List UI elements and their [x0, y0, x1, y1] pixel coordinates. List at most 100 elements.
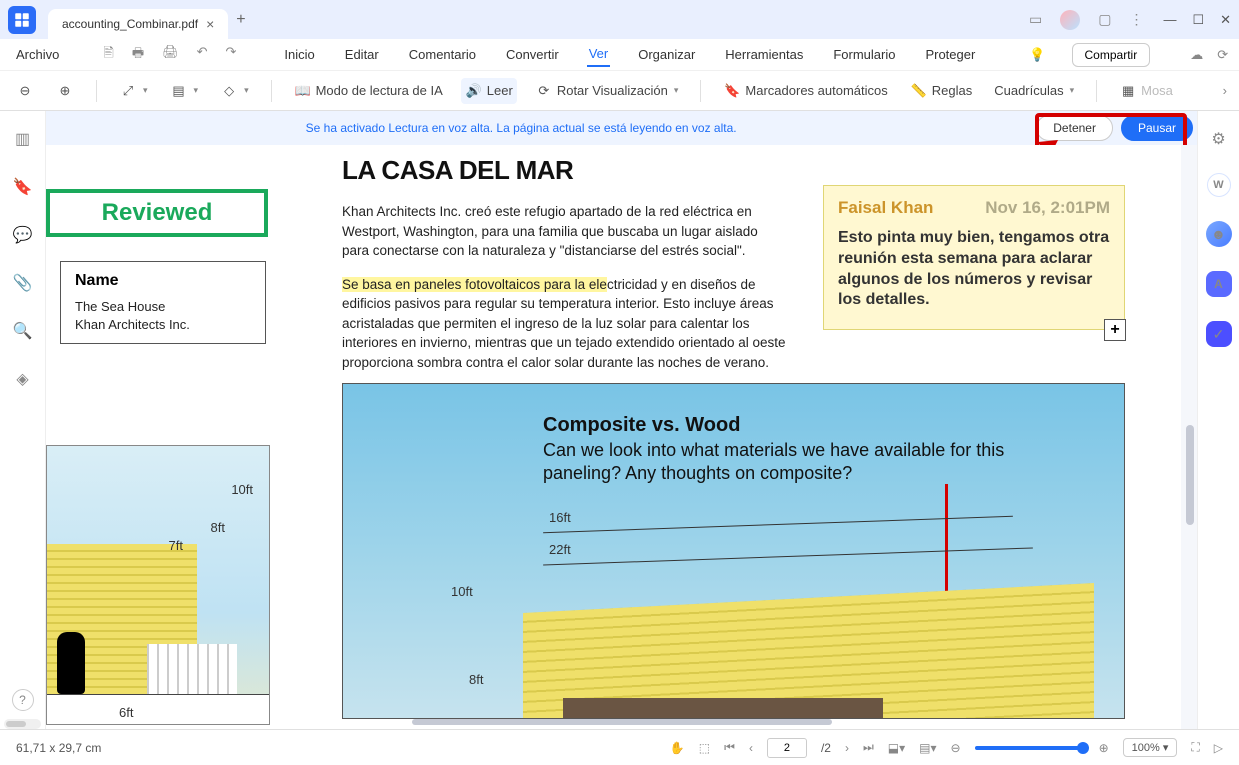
properties-icon[interactable]: ⚙ — [1211, 129, 1225, 149]
dim-label-6ft: 6ft — [119, 705, 133, 720]
bookmark-icon[interactable]: 🔖 — [13, 177, 33, 197]
menu-herramientas[interactable]: Herramientas — [723, 43, 805, 66]
kebab-menu-icon[interactable]: ⋮ — [1129, 11, 1143, 28]
notification-message: Se ha activado Lectura en voz alta. La p… — [14, 121, 1028, 135]
close-window-icon[interactable]: ✕ — [1220, 12, 1231, 28]
add-tab-button[interactable]: + — [236, 11, 245, 29]
ai-reading-mode-button[interactable]: 📖Modo de lectura de IA — [290, 78, 447, 104]
horizontal-scrollbar[interactable] — [382, 717, 862, 727]
tab-title: accounting_Combinar.pdf — [62, 17, 198, 31]
layers-icon[interactable]: ◈ — [16, 369, 28, 389]
dim-label-16ft: 16ft — [549, 510, 571, 525]
menu-editar[interactable]: Editar — [343, 43, 381, 66]
menu-file[interactable]: Archivo — [14, 43, 61, 66]
help-icon[interactable]: ? — [12, 689, 34, 711]
rotate-view-button[interactable]: ⟳Rotar Visualización▾ — [531, 78, 683, 104]
read-aloud-button[interactable]: 🔊Leer — [461, 78, 517, 104]
grids-label: Cuadrículas — [994, 83, 1063, 98]
toolbar-overflow-icon[interactable]: › — [1223, 83, 1227, 98]
last-page-icon[interactable]: ⏭ — [863, 740, 874, 755]
close-tab-icon[interactable]: × — [206, 16, 214, 32]
zoom-in-sb-icon[interactable]: ⊕ — [1099, 741, 1109, 755]
menu-proteger[interactable]: Proteger — [923, 43, 977, 66]
dim-label-8ft-m: 8ft — [469, 672, 483, 687]
mosaic-label: Mosa — [1141, 83, 1173, 98]
zoom-slider[interactable] — [975, 746, 1085, 750]
checklist-icon[interactable]: ✓ — [1206, 321, 1232, 347]
comments-icon[interactable]: 💬 — [13, 225, 33, 245]
pause-reading-button[interactable]: Pausar — [1121, 115, 1193, 141]
background-button[interactable]: ◇▾ — [216, 78, 253, 104]
presentation-icon[interactable]: ▷ — [1214, 741, 1223, 755]
first-page-icon[interactable]: ⏮ — [724, 740, 735, 755]
fullscreen-icon[interactable]: ⛶ — [1191, 740, 1199, 755]
grids-button[interactable]: Cuadrículas▾ — [990, 79, 1078, 102]
zoom-in-button[interactable]: ⊕ — [52, 78, 78, 104]
menu-ver[interactable]: Ver — [587, 42, 611, 67]
dim-label-10ft-m: 10ft — [451, 584, 473, 599]
comment-panel-icon[interactable]: ▢ — [1098, 11, 1111, 28]
document-tab[interactable]: accounting_Combinar.pdf × — [48, 9, 228, 39]
menu-convertir[interactable]: Convertir — [504, 43, 561, 66]
app-a-icon[interactable]: A — [1206, 271, 1232, 297]
ai-assistant-icon[interactable]: ☻ — [1206, 221, 1232, 247]
reviewed-label: Reviewed — [102, 199, 213, 227]
expand-comment-icon[interactable]: + — [1104, 319, 1126, 341]
user-avatar-icon[interactable] — [1060, 10, 1080, 30]
menubar: Archivo 🖹 🖶 🖨 ↶ ↷ Inicio Editar Comentar… — [0, 39, 1239, 71]
mosaic-button[interactable]: ▦Mosa — [1115, 78, 1177, 104]
right-sidebar: ⚙ W ☻ A ✓ — [1197, 111, 1239, 729]
pdf-page: LA CASA DEL MAR Khan Architects Inc. cre… — [46, 145, 1181, 729]
read-aloud-notification: Se ha activado Lectura en voz alta. La p… — [0, 111, 1239, 145]
sidebar-scrollbar[interactable] — [4, 719, 41, 729]
zoom-out-sb-icon[interactable]: ⊖ — [951, 741, 961, 755]
page-number-input[interactable] — [767, 738, 807, 758]
device-icon[interactable]: ▭ — [1029, 11, 1042, 28]
vertical-scrollbar[interactable] — [1185, 145, 1195, 709]
minimize-window-icon[interactable]: — — [1163, 12, 1176, 28]
word-export-icon[interactable]: W — [1207, 173, 1231, 197]
stop-reading-button[interactable]: Detener — [1036, 115, 1113, 141]
composite-diagram-main: Composite vs. Wood Can we look into what… — [342, 383, 1125, 719]
diagram-subtitle: Can we look into what materials we have … — [543, 439, 1013, 484]
save-icon[interactable]: 🖶 — [132, 44, 144, 66]
maximize-window-icon[interactable]: ☐ — [1192, 12, 1204, 28]
diagram-title: Composite vs. Wood — [543, 414, 1013, 437]
menu-comentario[interactable]: Comentario — [407, 43, 478, 66]
name-card-line1: The Sea House — [75, 298, 251, 316]
fit-page-button[interactable]: ⤢▾ — [115, 78, 152, 104]
thumbnails-icon[interactable]: ▥ — [15, 129, 30, 149]
open-icon[interactable]: 🖹 — [103, 44, 113, 66]
menu-organizar[interactable]: Organizar — [636, 43, 697, 66]
dim-label-8ft: 8ft — [211, 520, 225, 535]
single-page-icon[interactable]: ▤▾ — [919, 741, 936, 755]
sync-icon[interactable]: ⟳ — [1217, 47, 1228, 63]
left-sidebar: ▥ 🔖 💬 📎 🔍 ◈ ? — [0, 111, 46, 729]
fit-width-icon[interactable]: ⬓▾ — [888, 741, 905, 755]
menu-inicio[interactable]: Inicio — [282, 43, 316, 66]
page-dimensions: 61,71 x 29,7 cm — [16, 741, 101, 755]
comment-timestamp: Nov 16, 2:01PM — [985, 198, 1110, 218]
undo-icon[interactable]: ↶ — [197, 44, 208, 66]
sticky-note-comment[interactable]: Faisal Khan Nov 16, 2:01PM Esto pinta mu… — [823, 185, 1125, 330]
rulers-button[interactable]: 📏Reglas — [906, 78, 976, 104]
search-icon[interactable]: 🔍 — [13, 321, 33, 341]
redo-icon[interactable]: ↷ — [226, 44, 237, 66]
zoom-out-button[interactable]: ⊖ — [12, 78, 38, 104]
lightbulb-icon[interactable]: 💡 — [1029, 47, 1045, 63]
rotate-label: Rotar Visualización — [557, 83, 668, 98]
hand-tool-icon[interactable]: ✋ — [670, 741, 685, 755]
page-layout-button[interactable]: ▤▾ — [166, 78, 203, 104]
cloud-icon[interactable]: ☁ — [1190, 47, 1203, 63]
share-button[interactable]: Compartir — [1072, 43, 1151, 67]
next-page-icon[interactable]: › — [845, 741, 849, 755]
attachments-icon[interactable]: 📎 — [13, 273, 33, 293]
app-logo[interactable] — [8, 6, 36, 34]
menu-formulario[interactable]: Formulario — [831, 43, 897, 66]
highlighted-text: Se basa en paneles fotovoltaicos para la… — [342, 277, 607, 292]
auto-bookmarks-button[interactable]: 🔖Marcadores automáticos — [719, 78, 891, 104]
zoom-percent-select[interactable]: 100% ▾ — [1123, 738, 1178, 757]
select-tool-icon[interactable]: ⬚ — [699, 741, 710, 755]
print-icon[interactable]: 🖨 — [162, 44, 179, 66]
prev-page-icon[interactable]: ‹ — [749, 741, 753, 755]
